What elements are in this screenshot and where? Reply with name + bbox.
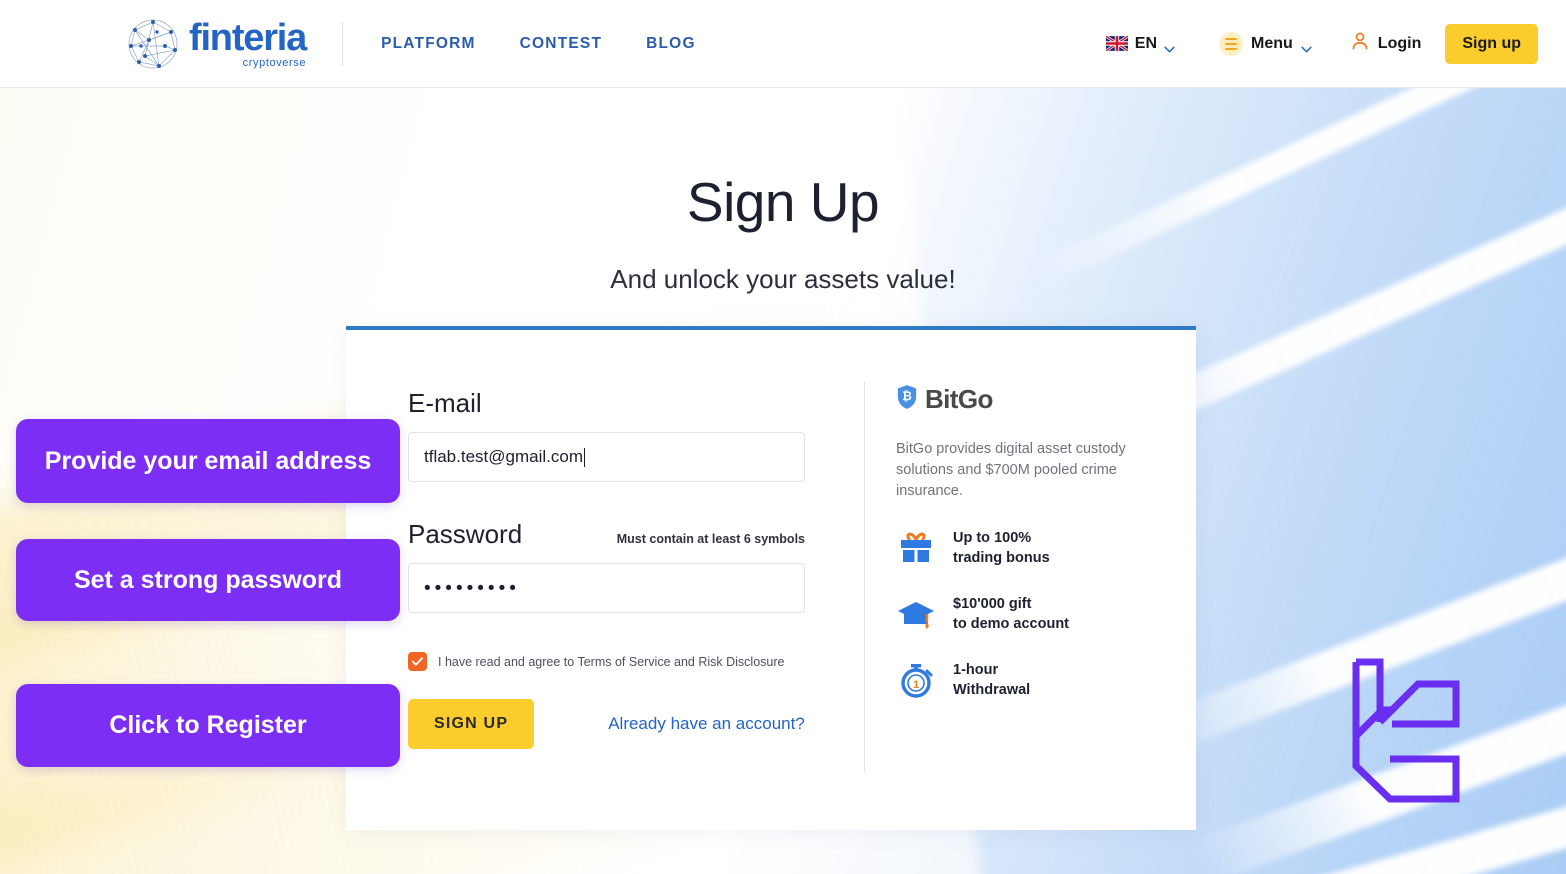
language-selector[interactable]: EN	[1104, 34, 1175, 53]
callout-provide-email: Provide your email address	[16, 419, 400, 503]
callout-click-register: Click to Register	[16, 684, 400, 767]
email-label: E-mail	[408, 388, 482, 418]
svg-text:1: 1	[913, 679, 919, 691]
already-have-account-link[interactable]: Already have an account?	[608, 714, 805, 734]
bitgo-panel: ₿ BitGo BitGo provides digital asset cus…	[896, 384, 1146, 700]
benefit-line2: to demo account	[953, 616, 1070, 632]
terms-row: I have read and agree to Terms of Servic…	[408, 652, 838, 671]
benefit-item: 1 1-hour Withdrawal	[896, 660, 1146, 700]
benefit-line2: trading bonus	[953, 550, 1050, 566]
terms-label: I have read and agree to Terms of Servic…	[438, 654, 785, 669]
site-header: finteria cryptoverse PLATFORM CONTEST BL…	[0, 0, 1566, 88]
text-cursor	[583, 447, 585, 467]
benefit-item: Up to 100% trading bonus	[896, 528, 1146, 568]
nav-item-blog[interactable]: BLOG	[646, 35, 696, 53]
bitgo-name: BitGo	[925, 384, 993, 414]
header-actions: EN Menu Login Sign up	[1104, 23, 1538, 64]
svg-text:₿: ₿	[902, 389, 912, 403]
card-vertical-divider	[864, 381, 865, 773]
bitgo-description: BitGo provides digital asset custody sol…	[896, 441, 1126, 499]
login-label: Login	[1377, 34, 1422, 52]
graduation-cap-icon	[896, 594, 936, 634]
menu-label: Menu	[1251, 34, 1293, 52]
email-input[interactable]: tflab.test@gmail.com	[408, 432, 805, 482]
header-signup-button[interactable]: Sign up	[1445, 23, 1538, 64]
signup-form: E-mail tflab.test@gmail.com Password Mus…	[408, 388, 838, 749]
benefit-label: 1-hour Withdrawal	[953, 660, 1030, 700]
hamburger-menu-icon	[1219, 31, 1244, 56]
gift-box-icon	[896, 528, 936, 568]
page-title: Sign Up	[686, 171, 880, 233]
benefit-line1: $10'000 gift	[953, 596, 1032, 612]
login-button[interactable]: Login	[1350, 31, 1422, 56]
chevron-down-icon	[1164, 40, 1175, 53]
password-label: Password	[408, 519, 523, 549]
uk-flag-icon	[1104, 34, 1129, 53]
password-label-row: Password Must contain at least 6 symbols	[408, 519, 805, 550]
email-input-value: tflab.test@gmail.com	[424, 447, 583, 466]
benefit-line2: Withdrawal	[953, 682, 1031, 698]
page-root: finteria cryptoverse PLATFORM CONTEST BL…	[0, 0, 1566, 874]
callout-set-password: Set a strong password	[16, 539, 400, 621]
page-subtitle: And unlock your assets value!	[610, 264, 956, 294]
password-input[interactable]: •••••••••	[408, 563, 805, 613]
password-hint: Must contain at least 6 symbols	[616, 532, 805, 546]
network-sphere-icon	[125, 16, 181, 72]
signup-card: E-mail tflab.test@gmail.com Password Mus…	[346, 326, 1196, 830]
chevron-down-icon	[1301, 40, 1312, 53]
signup-submit-button[interactable]: SIGN UP	[408, 699, 535, 749]
menu-dropdown[interactable]: Menu	[1219, 31, 1312, 56]
nav-item-contest[interactable]: CONTEST	[520, 35, 602, 53]
stopwatch-icon: 1	[896, 660, 936, 700]
benefit-item: $10'000 gift to demo account	[896, 594, 1146, 634]
benefit-label: $10'000 gift to demo account	[953, 594, 1069, 634]
lc-monogram-icon	[1352, 658, 1462, 803]
benefit-label: Up to 100% trading bonus	[953, 528, 1050, 568]
main-nav: PLATFORM CONTEST BLOG	[381, 35, 696, 53]
logo-wordmark: finteria	[189, 17, 307, 59]
logo-text-block: finteria cryptoverse	[189, 17, 307, 69]
checkmark-icon	[411, 657, 424, 666]
nav-item-platform[interactable]: PLATFORM	[381, 35, 476, 53]
card-accent-bar	[346, 326, 1196, 330]
header-divider	[342, 21, 344, 66]
language-code: EN	[1134, 34, 1158, 52]
person-icon	[1350, 31, 1370, 56]
benefit-line1: 1-hour	[953, 662, 999, 678]
bitgo-shield-bitcoin-icon: ₿	[896, 384, 918, 415]
site-logo[interactable]: finteria cryptoverse	[125, 16, 307, 72]
form-actions: SIGN UP Already have an account?	[408, 699, 838, 749]
bitgo-logo: ₿ BitGo	[896, 384, 1146, 415]
password-input-value: •••••••••	[424, 577, 520, 599]
benefit-line1: Up to 100%	[953, 530, 1032, 546]
terms-checkbox[interactable]	[408, 652, 427, 671]
